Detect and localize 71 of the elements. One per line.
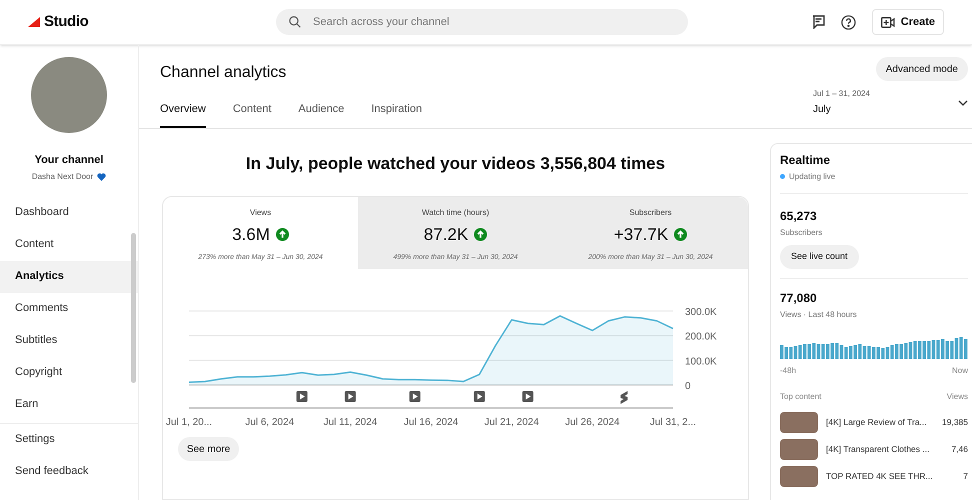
sidebar-item[interactable]: Content (0, 228, 138, 260)
axis-end-label: Now (952, 364, 968, 376)
page-title: Channel analytics (160, 63, 288, 83)
advanced-mode-button[interactable]: Advanced mode (876, 57, 968, 81)
your-channel-label: Your channel (34, 153, 104, 168)
realtime-title: Realtime (780, 152, 832, 168)
tab[interactable]: Content (232, 101, 272, 128)
y-axis-label: 200.0K (685, 332, 717, 343)
live-count-button[interactable]: See live count (780, 244, 859, 268)
chevron-down-icon (958, 100, 968, 106)
sidebar-item[interactable]: Settings (0, 424, 138, 456)
see-more-button[interactable]: See more (178, 437, 239, 461)
x-axis-label: Jul 21, 2024 (484, 417, 539, 428)
video-marker-icon[interactable] (344, 391, 356, 402)
tab[interactable]: Overview (160, 101, 206, 128)
tab[interactable]: Audience (298, 101, 344, 128)
subscriber-count: 65,273 (780, 208, 817, 224)
x-axis-label: Jul 1, 20... (166, 417, 212, 428)
sidebar-item[interactable]: Analytics (0, 260, 138, 292)
video-title[interactable]: [4K] Transparent Clothes ... (826, 442, 944, 456)
channel-name: Dasha Next Door (32, 170, 94, 182)
sidebar-item[interactable]: Send feedback (0, 456, 138, 488)
video-views: 7 (963, 470, 968, 482)
views-column-label: Views (946, 390, 968, 402)
sidebar-item[interactable]: Comments (0, 292, 138, 324)
logo-icon (28, 17, 40, 27)
scrollbar[interactable] (131, 233, 136, 383)
x-axis-label: Jul 16, 2024 (404, 417, 458, 428)
sidebar-item[interactable]: Copyright (0, 356, 138, 388)
up-arrow-icon (474, 228, 488, 242)
video-marker-icon[interactable] (474, 391, 485, 402)
search-icon (288, 15, 302, 29)
up-arrow-icon (276, 228, 289, 242)
video-title[interactable]: TOP RATED 4K SEE THR... (826, 470, 956, 482)
help-icon[interactable] (840, 14, 856, 30)
studio-logo[interactable]: Studio (44, 10, 88, 34)
video-thumbnail[interactable] (780, 438, 818, 460)
shorts-marker-icon[interactable] (620, 391, 628, 404)
top-content-label: Top content (780, 390, 822, 402)
create-button[interactable]: Create (872, 8, 944, 36)
x-axis-label: Jul 26, 2024 (565, 417, 620, 428)
x-axis-label: Jul 11, 2024 (323, 417, 378, 428)
sidebar-item[interactable]: Earn (0, 388, 138, 420)
subscribers-label: Subscribers (780, 226, 822, 238)
search-field[interactable]: Search across your channel (276, 9, 688, 35)
add-video-icon (880, 16, 895, 28)
video-thumbnail[interactable] (780, 412, 818, 432)
tab[interactable]: Inspiration (371, 101, 422, 128)
video-views: 7,46 (951, 442, 968, 456)
heart-icon (97, 172, 106, 180)
views-label: Views · Last 48 hours (780, 308, 858, 320)
x-axis-label: Jul 31, 2... (650, 417, 696, 428)
views-count: 77,080 (780, 290, 818, 306)
video-marker-icon[interactable] (296, 391, 308, 402)
sidebar-item[interactable]: Dashboard (0, 196, 138, 228)
y-axis-label: 0 (685, 381, 691, 392)
axis-start-label: -48h (780, 364, 796, 376)
up-arrow-icon (674, 228, 688, 242)
video-marker-icon[interactable] (409, 391, 420, 402)
date-range-picker[interactable]: Jul 1 – 31, 2024 July (813, 88, 968, 117)
x-axis-label: Jul 6, 2024 (245, 417, 294, 428)
updating-status: Updating live (789, 170, 836, 182)
y-axis-label: 300.0K (685, 307, 717, 318)
video-views: 19,385 (942, 416, 968, 428)
y-axis-label: 100.0K (685, 356, 717, 368)
sidebar-item[interactable]: Subtitles (0, 324, 138, 356)
headline: In July, people watched your videos 3,556,804 times (246, 152, 666, 174)
video-marker-icon[interactable] (522, 391, 534, 402)
video-thumbnail[interactable] (780, 466, 818, 486)
video-title[interactable]: [4K] Large Review of Tra... (826, 416, 934, 428)
feedback-icon[interactable] (812, 15, 825, 29)
